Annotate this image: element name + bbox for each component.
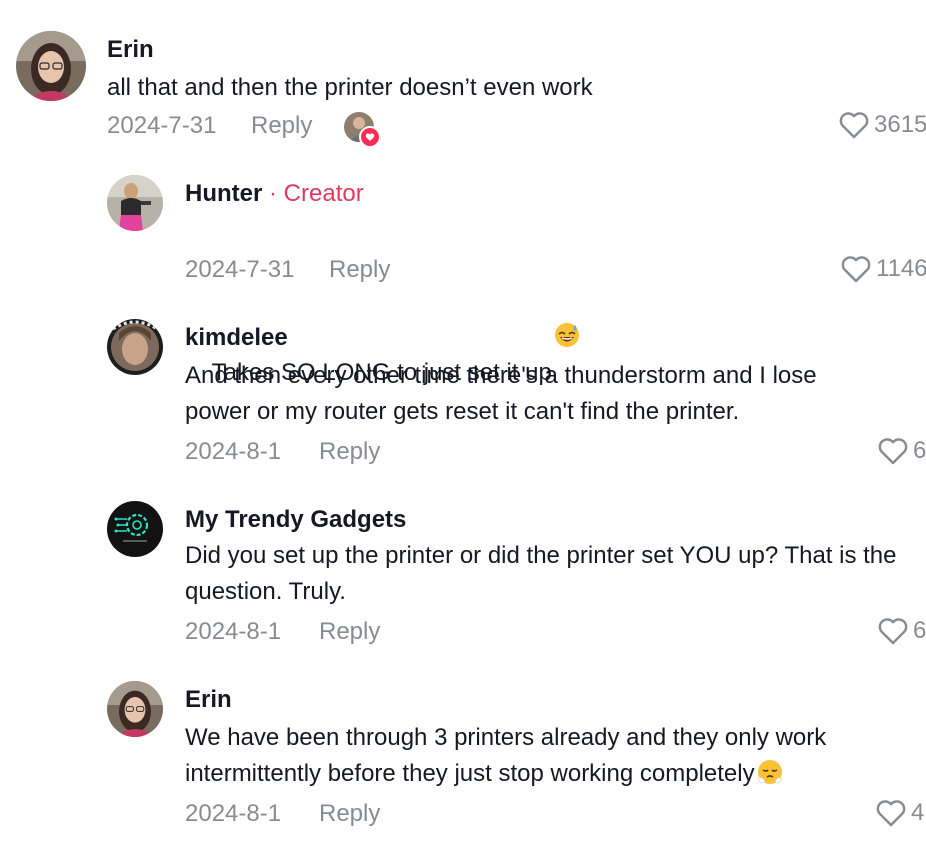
like-count: 1146 [876,255,926,282]
like-button[interactable]: 1146 [840,254,926,284]
user-avatar-erin-icon [107,681,163,737]
comment-date: 2024-8-1 [185,618,282,645]
like-button[interactable]: 3615 [838,110,926,140]
comment-username[interactable]: Erin [185,686,232,714]
reply-button[interactable]: Reply [319,618,380,646]
reply-button[interactable]: Reply [319,800,380,828]
like-count: 6 [913,437,926,464]
comment-text: Did you set up the printer or did the pr… [185,542,904,605]
comment-text: And then every other time there's a thun… [185,362,824,425]
user-avatar[interactable] [16,31,86,101]
comment-username[interactable]: Erin [107,36,154,64]
sweat-smile-emoji-icon [554,250,580,347]
reply-button[interactable]: Reply [329,256,390,284]
creator-badge: · Creator [269,180,364,207]
user-avatar-kimdelee-icon [107,319,163,375]
user-avatar-hunter-icon [107,175,163,231]
like-count: 3615 [874,111,926,138]
heart-outline-icon [878,438,908,465]
reply-button[interactable]: Reply [251,112,312,140]
reply-button[interactable]: Reply [319,438,380,466]
heart-outline-icon [841,256,871,283]
comment-text: We have been through 3 printers already … [185,724,833,787]
heart-badge-icon [359,126,381,148]
heart-outline-icon [839,112,869,139]
comment-username[interactable]: Hunter [185,180,262,207]
heart-outline-icon [878,618,908,645]
comment-text-line: We have been through 3 printers already … [185,720,905,792]
comment-date: 2024-8-1 [185,800,282,827]
user-avatar[interactable] [107,681,163,737]
comment-date: 2024-7-31 [107,112,217,139]
user-avatar[interactable] [107,175,163,231]
like-button[interactable]: 6 [877,616,926,646]
user-avatar-erin-icon [16,31,86,101]
like-button[interactable]: 4 [875,798,924,828]
comment-date: 2024-7-31 [185,256,295,283]
comment-username[interactable]: My Trendy Gadgets [185,506,406,534]
comment-username[interactable]: kimdelee [185,324,288,352]
like-count: 6 [913,617,926,644]
like-count: 4 [911,799,925,826]
like-button[interactable]: 6 [877,436,926,466]
heart-outline-icon [876,800,906,827]
comment-date: 2024-8-1 [185,438,282,465]
user-avatar[interactable] [107,319,163,375]
comment-text: all that and then the printer doesn’t ev… [107,74,593,101]
comment-username-line: Hunter · Creator [185,180,364,208]
gear-logo-avatar-icon [107,501,163,557]
user-avatar[interactable] [107,501,163,557]
steam-face-emoji-icon [757,759,783,785]
